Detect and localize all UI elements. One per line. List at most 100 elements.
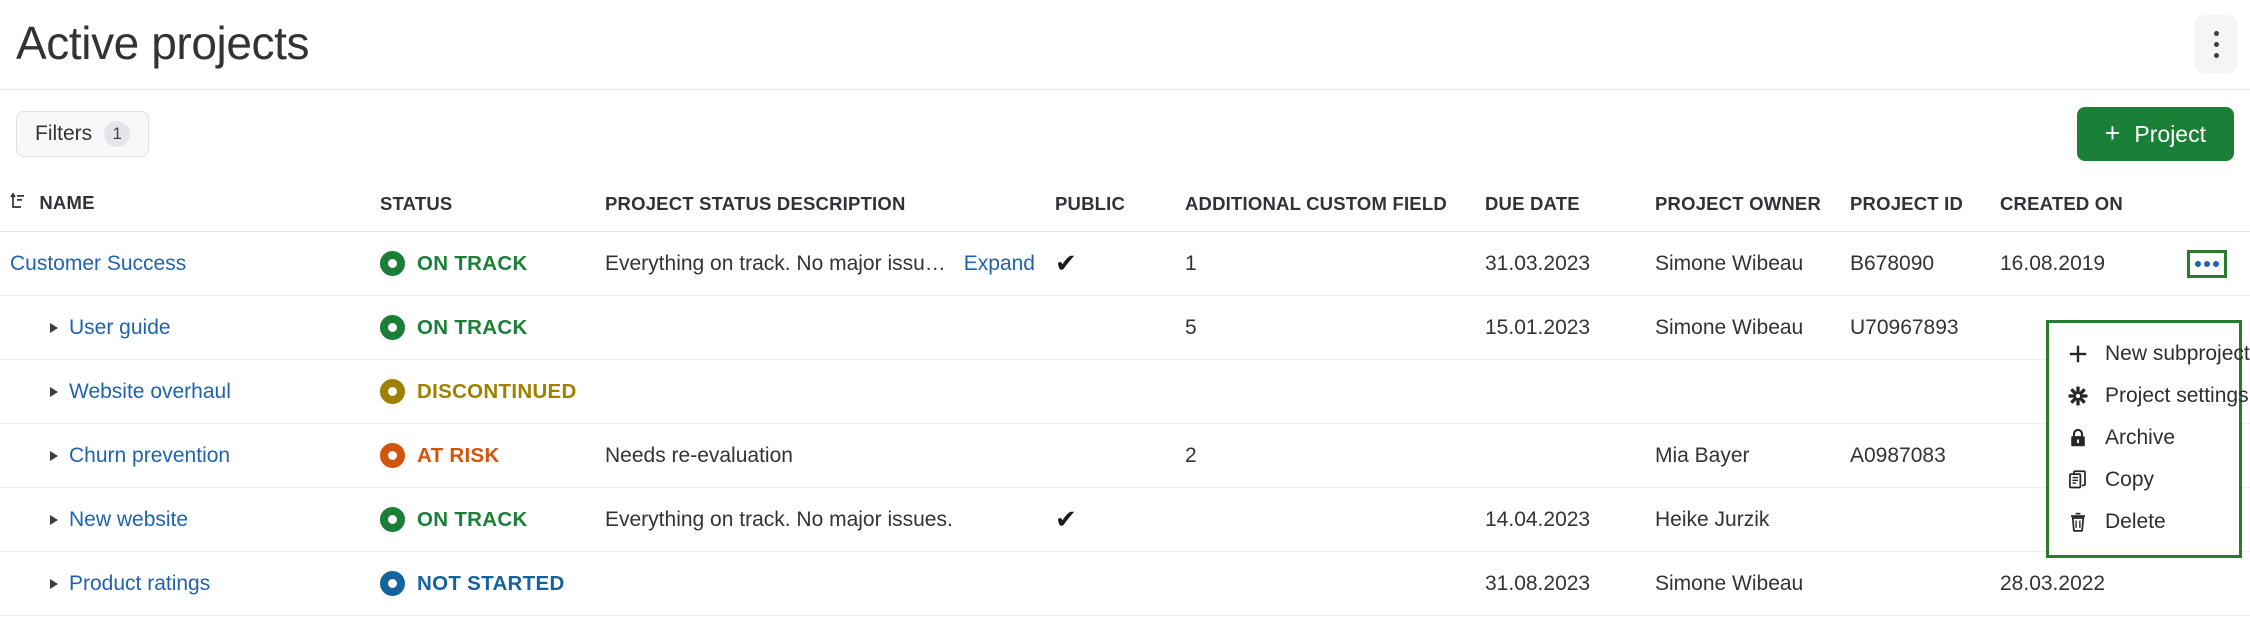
cell-project-id [1840,488,1990,552]
cell-public: ✔ [1045,488,1175,552]
cell-name: New website [0,488,370,552]
column-header-public[interactable]: PUBLIC [1045,178,1175,232]
description-text: Everything on track. No major issues. [605,508,953,532]
plus-icon [2067,343,2089,365]
status-label: ON TRACK [417,508,528,532]
cell-project-owner: Simone Wibeau [1645,232,1840,296]
cell-actions [2175,552,2250,616]
menu-item-delete[interactable]: Delete [2049,501,2239,543]
cell-name: Website overhaul [0,360,370,424]
table-body: Customer Success ON TRACK Everything on tr… [0,232,2250,616]
gear-icon [2067,385,2089,407]
cell-actions [2175,232,2250,296]
project-name-link[interactable]: Website overhaul [69,380,231,404]
status-badge[interactable]: NOT STARTED [380,571,585,596]
add-project-label: Project [2134,121,2206,148]
column-header-created-on[interactable]: CREATED ON [1990,178,2175,232]
cell-due-date: 15.01.2023 [1475,296,1645,360]
description-wrapper: Everything on track. No major issues. [605,508,1035,532]
disclosure-triangle-icon[interactable] [50,579,58,589]
description-wrapper: Everything on track. No major issues o..… [605,252,1035,276]
status-badge[interactable]: ON TRACK [380,251,585,276]
cell-name: Product ratings [0,552,370,616]
column-header-project-owner[interactable]: PROJECT OWNER [1645,178,1840,232]
status-label: DISCONTINUED [417,380,577,404]
cell-status: AT RISK [370,424,595,488]
cell-due-date: 31.08.2023 [1475,552,1645,616]
status-label: ON TRACK [417,316,528,340]
table-row[interactable]: Product ratingsNOT STARTED31.08.2023Simo… [0,552,2250,616]
name-wrapper: Churn prevention [10,444,360,468]
cell-additional-custom-field: 5 [1175,296,1475,360]
checkmark-icon: ✔ [1055,248,1077,278]
cell-project-id: B678090 [1840,232,1990,296]
cell-project-status-description: Everything on track. No major issues o..… [595,232,1045,296]
description-text: Needs re-evaluation [605,444,793,468]
cell-project-id: A0987083 [1840,424,1990,488]
menu-item-archive[interactable]: Archive [2049,417,2239,459]
cell-project-owner: Heike Jurzik [1645,488,1840,552]
kebab-dot [2214,53,2219,58]
menu-item-label: Copy [2105,468,2154,492]
status-label: NOT STARTED [417,572,565,596]
disclosure-triangle-icon[interactable] [50,387,58,397]
status-badge[interactable]: AT RISK [380,443,585,468]
table-row[interactable]: Customer Success ON TRACK Everything on tr… [0,232,2250,296]
page-options-kebab-button[interactable] [2194,15,2238,73]
status-badge[interactable]: ON TRACK [380,507,585,532]
column-header-project-status-description[interactable]: PROJECT STATUS DESCRIPTION [595,178,1045,232]
kebab-vertical-icon [2214,31,2219,36]
table-row[interactable]: Churn prevention AT RISK Needs re-evaluati… [0,424,2250,488]
name-wrapper: Product ratings [10,572,360,596]
cell-public [1045,424,1175,488]
menu-item-project-settings[interactable]: Project settings [2049,375,2239,417]
disclosure-triangle-icon[interactable] [50,515,58,525]
more-horizontal-icon [2195,261,2201,267]
cell-project-status-description [595,552,1045,616]
column-header-due-date[interactable]: DUE DATE [1475,178,1645,232]
disclosure-triangle-icon[interactable] [50,323,58,333]
column-header-status[interactable]: STATUS [370,178,595,232]
table-row[interactable]: New website ON TRACK Everything on track. … [0,488,2250,552]
project-name-link[interactable]: Churn prevention [69,444,230,468]
cell-additional-custom-field [1175,488,1475,552]
status-badge[interactable]: ON TRACK [380,315,585,340]
cell-status: ON TRACK [370,488,595,552]
cell-additional-custom-field: 1 [1175,232,1475,296]
cell-due-date: 14.04.2023 [1475,488,1645,552]
table-row[interactable]: Website overhaul DISCONTINUED [0,360,2250,424]
expand-description-link[interactable]: Expand [964,252,1035,276]
column-header-actions [2175,178,2250,232]
project-name-link[interactable]: User guide [69,316,171,340]
menu-item-label: New subproject [2105,342,2250,366]
project-name-link[interactable]: New website [69,508,188,532]
filters-button[interactable]: Filters 1 [16,111,149,157]
description-text: Everything on track. No major issues o..… [605,252,954,276]
cell-project-status-description [595,360,1045,424]
disclosure-triangle-icon[interactable] [50,451,58,461]
cell-due-date [1475,360,1645,424]
cell-status: ON TRACK [370,232,595,296]
more-dot [2204,261,2210,267]
column-header-name[interactable]: NAME [0,178,370,232]
sort-hierarchy-icon[interactable] [10,193,26,215]
status-badge[interactable]: DISCONTINUED [380,379,585,404]
name-wrapper: Customer Success [10,252,360,276]
cell-status: NOT STARTED [370,552,595,616]
row-actions-more-button[interactable] [2187,250,2227,278]
add-project-button[interactable]: + Project [2077,107,2234,161]
menu-item-copy[interactable]: Copy [2049,459,2239,501]
cell-name: Churn prevention [0,424,370,488]
page-header: Active projects [0,0,2250,90]
column-header-project-id[interactable]: PROJECT ID [1840,178,1990,232]
column-header-additional-custom-field[interactable]: ADDITIONAL CUSTOM FIELD [1175,178,1475,232]
project-name-link[interactable]: Product ratings [69,572,210,596]
cell-project-status-description: Needs re-evaluation [595,424,1045,488]
table-row[interactable]: User guide ON TRACK 515.01.2023Simone Wibe… [0,296,2250,360]
cell-project-owner: Simone Wibeau [1645,296,1840,360]
project-name-link[interactable]: Customer Success [10,252,186,276]
cell-public [1045,296,1175,360]
menu-item-new-subproject[interactable]: New subproject [2049,333,2239,375]
cell-project-id [1840,360,1990,424]
page-title: Active projects [0,20,309,66]
